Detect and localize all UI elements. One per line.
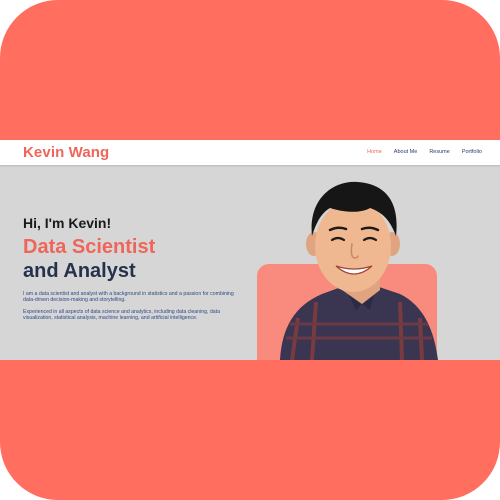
navbar: Kevin Wang Home About Me Resume Portfoli… bbox=[0, 140, 500, 165]
hero-paragraph-2: Experienced in all aspects of data scien… bbox=[23, 309, 220, 322]
app-icon-frame: Kevin Wang Home About Me Resume Portfoli… bbox=[0, 0, 500, 500]
hero-role-line1: Data Scientist bbox=[23, 236, 156, 258]
nav-link-home[interactable]: Home bbox=[367, 149, 382, 155]
brand-logo[interactable]: Kevin Wang bbox=[23, 144, 109, 161]
nav-link-about-me[interactable]: About Me bbox=[394, 149, 418, 155]
hero-greeting: Hi, I'm Kevin! bbox=[23, 215, 112, 231]
nav-link-resume[interactable]: Resume bbox=[429, 149, 449, 155]
hero-role-line2: and Analyst bbox=[23, 260, 136, 282]
hero-paragraph-1: I am a data scientist and analyst with a… bbox=[23, 291, 234, 304]
nav-links: Home About Me Resume Portfolio bbox=[367, 149, 482, 155]
nav-link-portfolio[interactable]: Portfolio bbox=[462, 149, 482, 155]
profile-photo bbox=[280, 181, 438, 360]
website-screenshot: Kevin Wang Home About Me Resume Portfoli… bbox=[0, 140, 500, 360]
